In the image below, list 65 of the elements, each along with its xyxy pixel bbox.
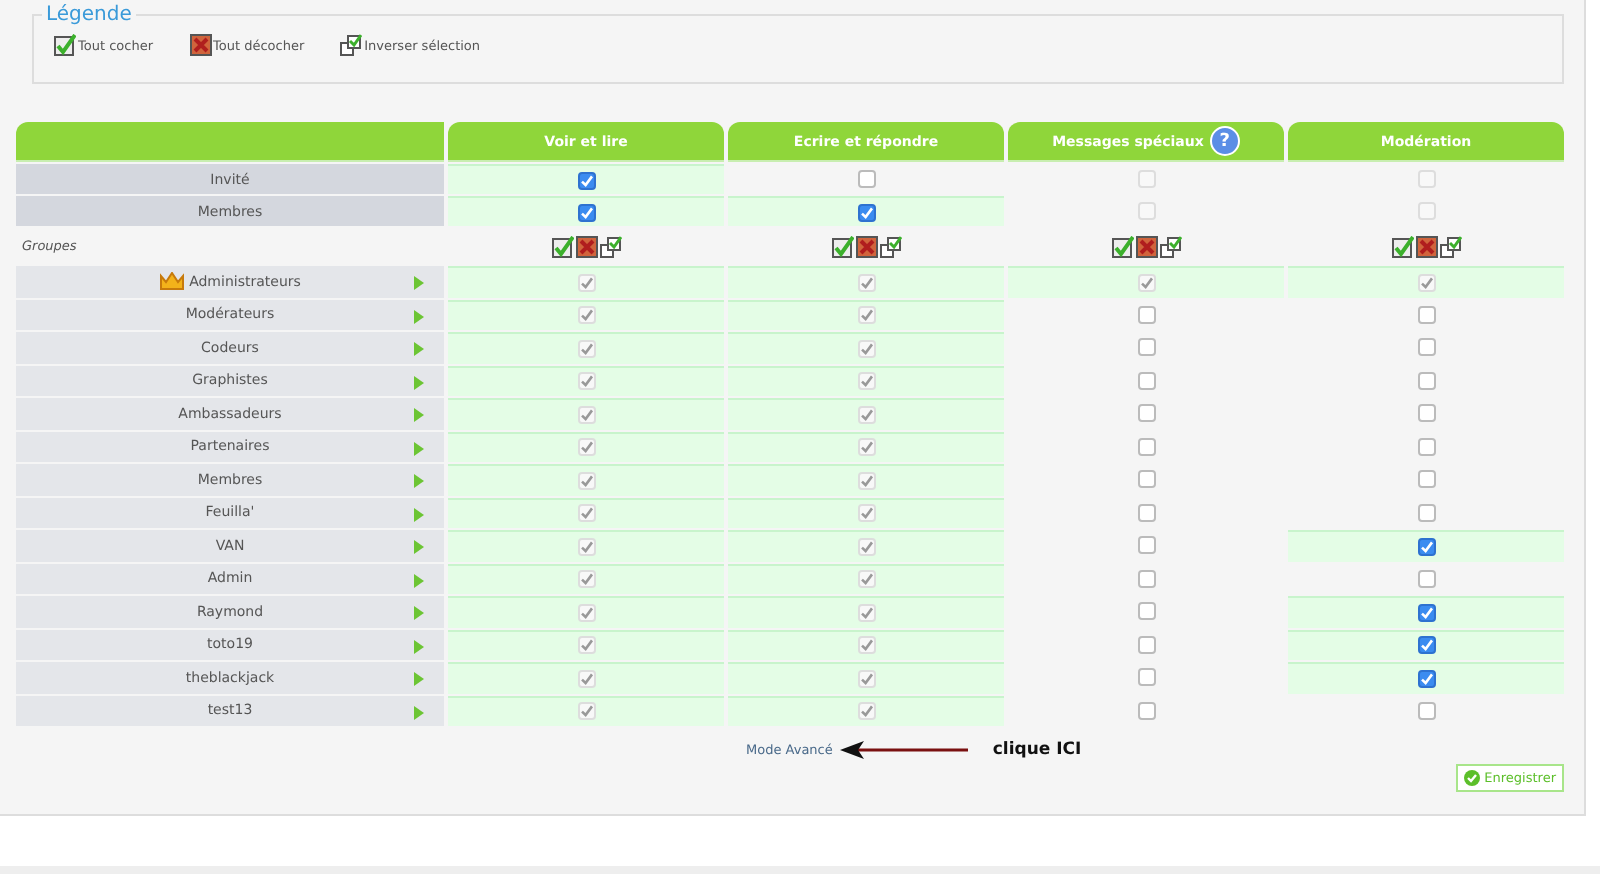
check-all-icon[interactable] bbox=[831, 235, 853, 257]
invert-selection-icon[interactable] bbox=[340, 34, 363, 56]
permission-checkbox[interactable] bbox=[1137, 602, 1155, 621]
permission-checkbox[interactable] bbox=[1137, 305, 1155, 324]
invert-selection-icon[interactable] bbox=[879, 235, 901, 257]
permission-checkbox[interactable] bbox=[1137, 503, 1155, 522]
expand-arrow-icon[interactable] bbox=[414, 573, 424, 587]
expand-arrow-icon[interactable] bbox=[414, 705, 424, 719]
permission-checkbox[interactable] bbox=[1417, 371, 1435, 390]
expand-arrow-icon[interactable] bbox=[414, 540, 424, 554]
permission-checkbox[interactable] bbox=[1417, 669, 1435, 688]
expand-arrow-icon[interactable] bbox=[414, 507, 424, 521]
legend-title: Légende bbox=[44, 4, 134, 26]
permission-checkbox[interactable] bbox=[1417, 470, 1435, 489]
permission-checkbox[interactable] bbox=[1137, 635, 1155, 654]
uncheck-all-icon[interactable] bbox=[575, 235, 597, 257]
check-all-icon[interactable] bbox=[54, 34, 76, 56]
arrow-drawing bbox=[840, 740, 969, 760]
permission-checkbox[interactable] bbox=[1417, 404, 1435, 423]
expand-arrow-icon[interactable] bbox=[414, 672, 424, 686]
uncheck-all-icon[interactable] bbox=[189, 34, 211, 56]
invert-selection-icon[interactable] bbox=[599, 235, 621, 257]
uncheck-all-icon[interactable] bbox=[1135, 235, 1157, 257]
permission-checkbox[interactable] bbox=[577, 171, 595, 189]
expand-arrow-icon[interactable] bbox=[414, 309, 424, 323]
permission-checkbox[interactable] bbox=[1417, 537, 1435, 556]
permission-checkbox[interactable] bbox=[1417, 636, 1435, 655]
permission-checkbox[interactable] bbox=[1137, 701, 1155, 720]
permission-checkbox[interactable] bbox=[1417, 603, 1435, 622]
crown-icon bbox=[159, 272, 184, 291]
permission-checkbox[interactable] bbox=[1137, 668, 1155, 687]
annotation-text: clique ICI bbox=[992, 740, 1082, 760]
expand-arrow-icon[interactable] bbox=[414, 342, 424, 356]
permission-checkbox[interactable] bbox=[1137, 371, 1155, 390]
expand-arrow-icon[interactable] bbox=[414, 276, 424, 290]
permission-checkbox[interactable] bbox=[1137, 404, 1155, 423]
expand-arrow-icon[interactable] bbox=[414, 441, 424, 455]
permission-checkbox[interactable] bbox=[577, 203, 595, 221]
permission-checkbox[interactable] bbox=[1417, 503, 1435, 522]
expand-arrow-icon[interactable] bbox=[414, 606, 424, 620]
permission-checkbox[interactable] bbox=[1137, 338, 1155, 357]
check-all-icon[interactable] bbox=[551, 235, 573, 257]
expand-arrow-icon[interactable] bbox=[414, 639, 424, 653]
permission-checkbox[interactable] bbox=[1417, 305, 1435, 324]
expand-arrow-icon[interactable] bbox=[414, 408, 424, 422]
invert-selection-icon[interactable] bbox=[1159, 235, 1181, 257]
check-all-icon[interactable] bbox=[1391, 235, 1413, 257]
permission-checkbox[interactable] bbox=[1417, 569, 1435, 588]
permission-checkbox[interactable] bbox=[1417, 338, 1435, 357]
permission-checkbox[interactable] bbox=[1137, 536, 1155, 555]
help-icon[interactable]: ? bbox=[1209, 126, 1240, 156]
invert-selection-icon[interactable] bbox=[1439, 235, 1461, 257]
permission-checkbox[interactable] bbox=[1137, 470, 1155, 489]
permission-checkbox[interactable] bbox=[1417, 701, 1435, 720]
check-circle-icon bbox=[1464, 770, 1481, 786]
expand-arrow-icon[interactable] bbox=[414, 474, 424, 488]
uncheck-all-icon[interactable] bbox=[855, 235, 877, 257]
permission-checkbox[interactable] bbox=[1137, 437, 1155, 456]
uncheck-all-icon[interactable] bbox=[1415, 235, 1437, 257]
expand-arrow-icon[interactable] bbox=[414, 375, 424, 389]
permission-checkbox[interactable] bbox=[1417, 437, 1435, 456]
permission-checkbox[interactable] bbox=[857, 203, 875, 221]
check-all-icon[interactable] bbox=[1111, 235, 1133, 257]
permission-checkbox[interactable] bbox=[1137, 569, 1155, 588]
permission-checkbox[interactable] bbox=[857, 170, 875, 188]
